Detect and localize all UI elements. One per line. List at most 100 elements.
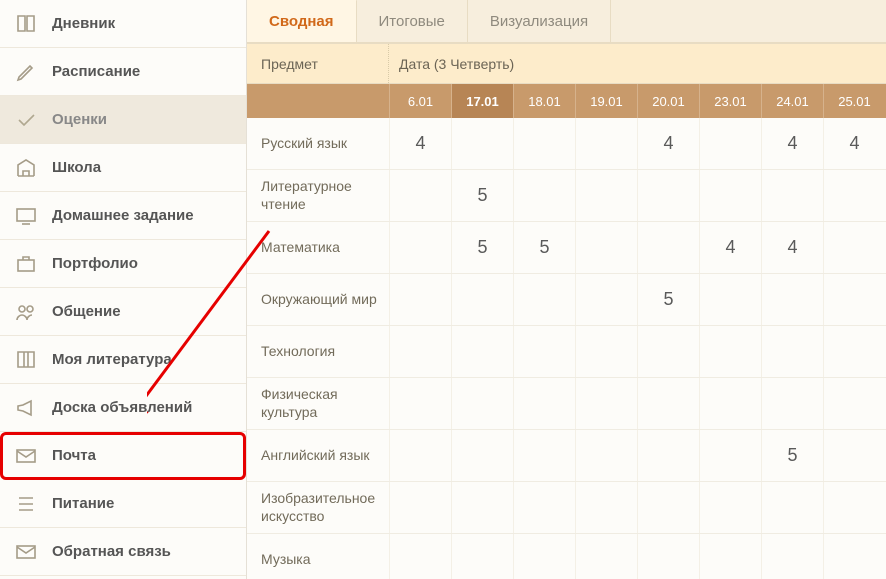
- date-col-0[interactable]: 6.01: [389, 84, 451, 118]
- grade-cell[interactable]: [389, 222, 451, 273]
- grade-cell[interactable]: [451, 482, 513, 533]
- grade-cell[interactable]: [699, 534, 761, 579]
- filter-date[interactable]: Дата (3 Четверть): [389, 44, 886, 83]
- grade-cell[interactable]: [699, 326, 761, 377]
- grade-cell[interactable]: [761, 170, 823, 221]
- sidebar-item-4[interactable]: Домашнее задание: [0, 192, 246, 240]
- megaphone-icon: [14, 396, 38, 420]
- sidebar-item-11[interactable]: Обратная связь: [0, 528, 246, 576]
- grade-cell[interactable]: [389, 326, 451, 377]
- sidebar-item-9[interactable]: Почта: [0, 432, 246, 480]
- grade-cell[interactable]: [823, 326, 885, 377]
- grade-cell[interactable]: [389, 482, 451, 533]
- grade-cell[interactable]: 5: [451, 222, 513, 273]
- sidebar-item-5[interactable]: Портфолио: [0, 240, 246, 288]
- grade-cell[interactable]: [699, 170, 761, 221]
- tab-1[interactable]: Итоговые: [357, 0, 468, 42]
- grade-cell[interactable]: [389, 378, 451, 429]
- grade-cell[interactable]: [575, 274, 637, 325]
- grade-cell[interactable]: [389, 274, 451, 325]
- grade-cell[interactable]: [637, 430, 699, 481]
- grade-cell[interactable]: [575, 170, 637, 221]
- sidebar-item-label: Питание: [52, 495, 114, 512]
- grade-cell[interactable]: [637, 326, 699, 377]
- grade-cell[interactable]: [637, 378, 699, 429]
- date-col-5[interactable]: 23.01: [699, 84, 761, 118]
- grade-cell[interactable]: [699, 274, 761, 325]
- grade-cell[interactable]: [575, 534, 637, 579]
- sidebar-item-0[interactable]: Дневник: [0, 0, 246, 48]
- grade-cell[interactable]: [513, 378, 575, 429]
- grade-cell[interactable]: [761, 326, 823, 377]
- grade-cell[interactable]: [699, 118, 761, 169]
- date-col-1[interactable]: 17.01: [451, 84, 513, 118]
- grade-cell[interactable]: [823, 534, 885, 579]
- grade-cell[interactable]: [637, 222, 699, 273]
- date-col-3[interactable]: 19.01: [575, 84, 637, 118]
- grade-cell[interactable]: [637, 534, 699, 579]
- sidebar-item-6[interactable]: Общение: [0, 288, 246, 336]
- grade-cell[interactable]: 5: [513, 222, 575, 273]
- grade-cell[interactable]: [513, 326, 575, 377]
- sidebar-item-1[interactable]: Расписание: [0, 48, 246, 96]
- grade-cell[interactable]: 4: [699, 222, 761, 273]
- grade-cell[interactable]: [513, 274, 575, 325]
- grade-cell[interactable]: [451, 430, 513, 481]
- grade-cell[interactable]: [575, 430, 637, 481]
- date-col-2[interactable]: 18.01: [513, 84, 575, 118]
- grade-cell[interactable]: [823, 378, 885, 429]
- grade-cell[interactable]: 5: [637, 274, 699, 325]
- grade-cell[interactable]: [761, 534, 823, 579]
- grade-cell[interactable]: [451, 118, 513, 169]
- grade-cell[interactable]: [823, 482, 885, 533]
- grade-cell[interactable]: [699, 482, 761, 533]
- grade-cell[interactable]: [451, 378, 513, 429]
- grade-cell[interactable]: [575, 118, 637, 169]
- grade-cell[interactable]: 4: [823, 118, 885, 169]
- sidebar-item-3[interactable]: Школа: [0, 144, 246, 192]
- grade-cell[interactable]: [637, 170, 699, 221]
- grade-cell[interactable]: [389, 430, 451, 481]
- grade-cell[interactable]: [823, 274, 885, 325]
- date-col-6[interactable]: 24.01: [761, 84, 823, 118]
- grade-cell[interactable]: [513, 118, 575, 169]
- grade-cell[interactable]: 5: [761, 430, 823, 481]
- grade-cell[interactable]: [451, 326, 513, 377]
- grade-cell[interactable]: [513, 534, 575, 579]
- grade-cell[interactable]: [823, 170, 885, 221]
- sidebar-item-2[interactable]: Оценки: [0, 96, 246, 144]
- grade-cell[interactable]: [513, 430, 575, 481]
- grade-cell[interactable]: [451, 534, 513, 579]
- grade-cell[interactable]: [451, 274, 513, 325]
- grade-cell[interactable]: 4: [761, 222, 823, 273]
- tab-2[interactable]: Визуализация: [468, 0, 611, 42]
- grade-cell[interactable]: [575, 222, 637, 273]
- grade-cell[interactable]: [761, 482, 823, 533]
- grade-cell[interactable]: 4: [389, 118, 451, 169]
- grade-cell[interactable]: [761, 378, 823, 429]
- grade-cell[interactable]: 4: [761, 118, 823, 169]
- grade-cell[interactable]: 5: [451, 170, 513, 221]
- sidebar-item-10[interactable]: Питание: [0, 480, 246, 528]
- grade-cell[interactable]: [513, 170, 575, 221]
- grade-cell[interactable]: [699, 378, 761, 429]
- grade-cell[interactable]: [637, 482, 699, 533]
- grade-cell[interactable]: [575, 326, 637, 377]
- tab-0[interactable]: Сводная: [247, 0, 357, 42]
- date-col-4[interactable]: 20.01: [637, 84, 699, 118]
- grade-cell[interactable]: [575, 378, 637, 429]
- sidebar-item-8[interactable]: Доска объявлений: [0, 384, 246, 432]
- sidebar-item-7[interactable]: Моя литература: [0, 336, 246, 384]
- grade-cell[interactable]: [761, 274, 823, 325]
- grade-cell[interactable]: [389, 534, 451, 579]
- grade-cell[interactable]: [699, 430, 761, 481]
- grade-cell[interactable]: [389, 170, 451, 221]
- filter-subject[interactable]: Предмет: [247, 44, 389, 83]
- grade-cell[interactable]: [823, 222, 885, 273]
- grade-cell[interactable]: [575, 482, 637, 533]
- grade-row: Литературное чтение5: [247, 170, 886, 222]
- grade-cell[interactable]: [513, 482, 575, 533]
- grade-cell[interactable]: [823, 430, 885, 481]
- date-col-7[interactable]: 25.01: [823, 84, 885, 118]
- grade-cell[interactable]: 4: [637, 118, 699, 169]
